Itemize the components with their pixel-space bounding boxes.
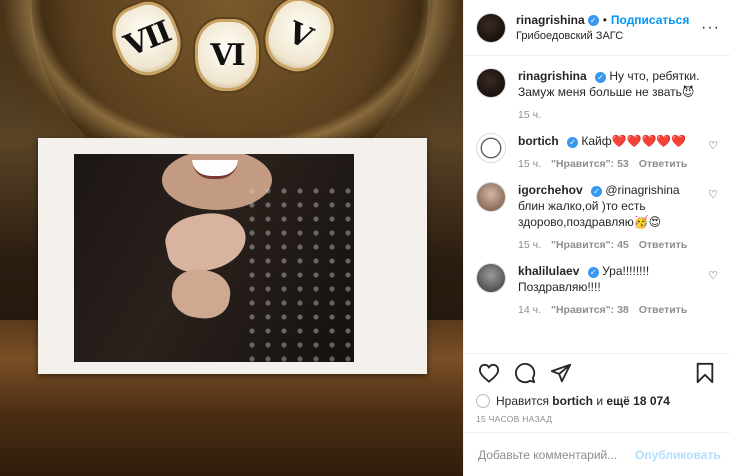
post-header: rinagrishina ✓ • Подписаться Грибоедовск… [464, 0, 730, 56]
location-link[interactable]: Грибоедовский ЗАГС [516, 30, 701, 42]
likes-middle: и [596, 394, 604, 408]
likes-summary[interactable]: Нравится bortich и ещё 18 074 [464, 392, 730, 410]
verified-badge-icon: ✓ [591, 186, 603, 197]
comment-likes[interactable]: "Нравится": 53 [551, 158, 629, 170]
avatar[interactable] [476, 12, 506, 43]
comment-icon[interactable] [512, 360, 538, 386]
comment-like-heart-icon[interactable]: ♡ [708, 139, 718, 152]
comment-time: 14 ч. [518, 304, 541, 316]
comment-like-heart-icon[interactable]: ♡ [708, 188, 718, 201]
verified-badge-icon: ✓ [587, 15, 599, 26]
caption-time: 15 ч. [518, 109, 541, 121]
caption: rinagrishina ✓ Ну что, ребятки. Замуж ме… [476, 68, 718, 121]
comments-list: rinagrishina ✓ Ну что, ребятки. Замуж ме… [464, 56, 730, 353]
likes-prefix: Нравится [496, 394, 549, 408]
clock-numeral: VI [198, 22, 256, 88]
polaroid-image [74, 154, 354, 362]
action-bar [464, 353, 730, 392]
comment-input[interactable] [476, 446, 635, 463]
comment-likes[interactable]: "Нравится": 38 [551, 304, 629, 316]
caption-username[interactable]: rinagrishina [518, 69, 587, 83]
avatar[interactable] [476, 68, 506, 98]
post-photo[interactable]: VII VI V [0, 0, 463, 476]
verified-badge-icon: ✓ [587, 267, 599, 278]
comment-time: 15 ч. [518, 158, 541, 170]
verified-badge-icon: ✓ [567, 137, 579, 148]
likes-count[interactable]: ещё 18 074 [606, 394, 670, 408]
share-icon[interactable] [548, 360, 574, 386]
header-username[interactable]: rinagrishina [516, 13, 585, 28]
post-sidebar: rinagrishina ✓ • Подписаться Грибоедовск… [463, 0, 730, 476]
avatar[interactable] [476, 182, 506, 212]
comment-item: bortich ✓ Кайф❤️❤️❤️❤️❤️ 15 ч. "Нравится… [476, 133, 718, 170]
reply-button[interactable]: Ответить [639, 158, 688, 170]
publish-button[interactable]: Опубликовать [635, 448, 721, 462]
separator-dot: • [602, 13, 607, 27]
avatar[interactable] [476, 133, 506, 163]
polaroid-photo [38, 138, 427, 374]
add-comment-bar: Опубликовать [464, 432, 730, 476]
instagram-post: VII VI V rinagrishina ✓ • Подписаться Гр… [0, 0, 730, 476]
verified-badge-icon: ✓ [595, 72, 607, 83]
avatar[interactable] [476, 263, 506, 293]
post-timestamp: 15 ЧАСОВ НАЗАД [476, 414, 553, 424]
comment-likes[interactable]: "Нравится": 45 [551, 239, 629, 251]
comment-username[interactable]: bortich [518, 134, 559, 148]
heart-icon[interactable] [476, 360, 502, 386]
likes-user[interactable]: bortich [552, 394, 593, 408]
bookmark-icon[interactable] [692, 360, 718, 386]
comment-text: Кайф❤️❤️❤️❤️❤️ [581, 134, 687, 148]
comment-item: igorchehov ✓ @rinagrishina блин жалко,ой… [476, 182, 718, 251]
liker-avatar [476, 394, 490, 408]
more-options-icon[interactable]: ··· [701, 19, 720, 37]
comment-like-heart-icon[interactable]: ♡ [708, 269, 718, 282]
comment-username[interactable]: igorchehov [518, 183, 583, 197]
reply-button[interactable]: Ответить [639, 239, 688, 251]
follow-button[interactable]: Подписаться [611, 13, 689, 28]
comment-time: 15 ч. [518, 239, 541, 251]
reply-button[interactable]: Ответить [639, 304, 688, 316]
comment-item: khalilulaev ✓ Ура!!!!!!!! Поздравляю!!!!… [476, 263, 718, 316]
comment-username[interactable]: khalilulaev [518, 264, 579, 278]
